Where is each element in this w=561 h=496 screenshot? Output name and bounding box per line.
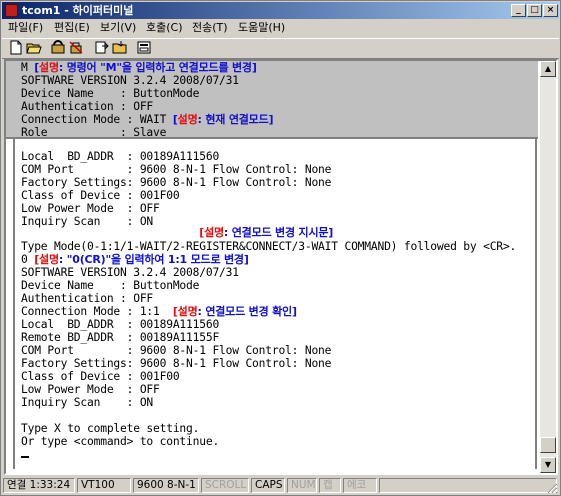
terminal-line: Connection Mode : WAIT [설명: 현재 연결모드]: [21, 113, 274, 126]
menu-call[interactable]: 호출(C): [146, 19, 183, 37]
properties-icon[interactable]: [136, 40, 152, 55]
app-icon[interactable]: [5, 4, 18, 17]
terminal-line: Inquiry Scan : ON: [21, 396, 154, 409]
text-cursor: [21, 456, 29, 458]
terminal-line: SOFTWARE VERSION 3.2.4 2008/07/31: [21, 74, 239, 87]
terminal-area[interactable]: M [설명: 명령어 "M"을 입력하고 연결모드를 변경] SOFTWARE …: [4, 59, 558, 475]
menu-file[interactable]: 파일(F): [8, 19, 43, 37]
menu-bar: 파일(F) 편집(E) 보기(V) 호출(C) 전송(T) 도움말(H): [2, 19, 559, 37]
terminal-line: [설명: 연결모드 변경 지시문]: [199, 226, 334, 239]
terminal-line: Local BD_ADDR : 00189A111560: [21, 150, 220, 163]
status-caps: CAPS: [251, 478, 285, 493]
terminal-line: Low Power Mode : OFF: [21, 202, 160, 215]
terminal-line: Type X to complete setting.: [21, 422, 200, 435]
terminal-line: SOFTWARE VERSION 3.2.4 2008/07/31: [21, 266, 239, 279]
vertical-scrollbar[interactable]: ▲ ▼: [540, 61, 556, 473]
receive-icon[interactable]: [112, 40, 128, 55]
connect-icon[interactable]: [50, 40, 66, 55]
menu-transfer[interactable]: 전송(T): [192, 19, 228, 37]
terminal-line: 0 [설명: "0(CR)"을 입력하여 1:1 모드로 변경]: [21, 253, 249, 266]
terminal-line: Low Power Mode : OFF: [21, 383, 160, 396]
terminal-line: Authentication : OFF: [21, 100, 154, 113]
menu-help[interactable]: 도움말(H): [238, 19, 285, 37]
resize-grip-icon[interactable]: [546, 482, 558, 494]
terminal-line: Class of Device : 001F00: [21, 189, 180, 202]
status-connected-time: 연결 1:33:24: [3, 478, 75, 493]
window-title: tcom1 - 하이퍼터미널: [22, 4, 134, 17]
terminal-line: COM Port : 9600 8-N-1 Flow Control: None: [21, 344, 332, 357]
terminal-line: Remote BD_ADDR : 00189A11155F: [21, 331, 220, 344]
terminal-line: Connection Mode : 1:1 [설명: 연결모드 변경 확인]: [21, 305, 297, 318]
status-echo: 에코: [343, 478, 377, 493]
status-bar: 연결 1:33:24 VT100 9600 8-N-1 SCROLL CAPS …: [2, 477, 559, 495]
new-icon[interactable]: [8, 40, 24, 55]
scroll-thumb[interactable]: [540, 437, 556, 453]
terminal-line: Device Name : ButtonMode: [21, 279, 200, 292]
status-scroll: SCROLL: [201, 478, 249, 493]
terminal-screen[interactable]: M [설명: 명령어 "M"을 입력하고 연결모드를 변경] SOFTWARE …: [6, 61, 538, 473]
menu-edit[interactable]: 편집(E): [54, 19, 90, 37]
status-emulation: VT100: [77, 478, 131, 493]
send-icon[interactable]: [94, 40, 110, 55]
status-empty: [379, 478, 557, 493]
minimize-button[interactable]: _: [511, 4, 526, 17]
terminal-line: Factory Settings: 9600 8-N-1 Flow Contro…: [21, 176, 332, 189]
terminal-line: COM Port : 9600 8-N-1 Flow Control: None: [21, 163, 332, 176]
maximize-button[interactable]: □: [527, 4, 542, 17]
disconnect-icon[interactable]: [68, 40, 84, 55]
terminal-line: Type Mode(0-1:1/1-WAIT/2-REGISTER&CONNEC…: [21, 240, 517, 253]
scroll-down-button[interactable]: ▼: [540, 457, 556, 473]
terminal-line: Or type <command> to continue.: [21, 435, 220, 448]
open-icon[interactable]: [26, 40, 42, 55]
terminal-line: Local BD_ADDR : 00189A111560: [21, 318, 220, 331]
menu-view[interactable]: 보기(V): [100, 19, 136, 37]
status-capture: 캡: [319, 478, 341, 493]
window: tcom1 - 하이퍼터미널 _ □ × 파일(F) 편집(E) 보기(V) 호…: [0, 0, 561, 496]
terminal-line: Factory Settings: 9600 8-N-1 Flow Contro…: [21, 357, 332, 370]
scroll-up-button[interactable]: ▲: [540, 61, 556, 77]
toolbar: [2, 38, 559, 59]
close-button[interactable]: ×: [543, 4, 558, 17]
terminal-line: Class of Device : 001F00: [21, 370, 180, 383]
terminal-line: Authentication : OFF: [21, 292, 154, 305]
terminal-line: M [설명: 명령어 "M"을 입력하고 연결모드를 변경]: [21, 61, 257, 74]
status-num: NUM: [287, 478, 317, 493]
status-port-settings: 9600 8-N-1: [133, 478, 199, 493]
title-bar[interactable]: tcom1 - 하이퍼터미널 _ □ ×: [2, 2, 559, 19]
terminal-line: Role : Slave: [21, 126, 167, 139]
terminal-line: Device Name : ButtonMode: [21, 87, 200, 100]
